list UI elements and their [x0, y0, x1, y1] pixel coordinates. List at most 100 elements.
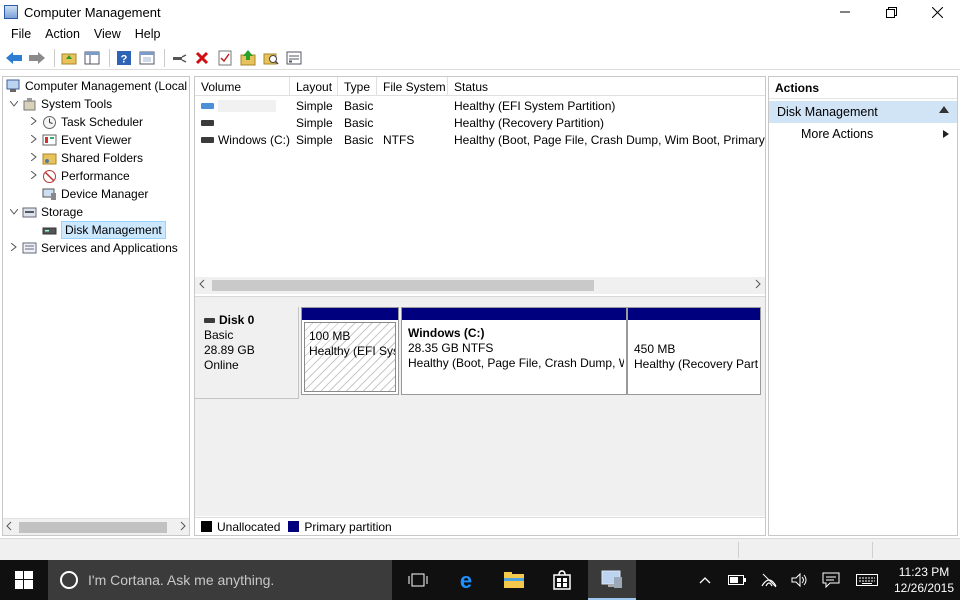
- disk-type: Basic: [204, 328, 234, 342]
- partition-size: 28.35 GB NTFS: [408, 341, 494, 355]
- properties-view-button[interactable]: [137, 48, 157, 68]
- collapse-arrow-icon[interactable]: [939, 106, 949, 113]
- restore-button[interactable]: [868, 0, 914, 24]
- options-button[interactable]: [284, 48, 304, 68]
- more-actions-item[interactable]: More Actions: [769, 123, 957, 145]
- scroll-right-arrow-icon[interactable]: [755, 279, 761, 292]
- volume-row[interactable]: Simple Basic Healthy (Recovery Partition…: [195, 114, 765, 131]
- column-header-type[interactable]: Type: [338, 77, 377, 96]
- expand-toggle[interactable]: [27, 152, 41, 164]
- notification-icon: [822, 572, 840, 588]
- column-header-file-system[interactable]: File System: [377, 77, 448, 96]
- folder-up-green-button[interactable]: [238, 48, 258, 68]
- window-icon: [139, 51, 155, 64]
- scroll-right-arrow-icon[interactable]: [180, 521, 186, 534]
- tree-horizontal-scrollbar[interactable]: [3, 518, 189, 535]
- disk-state: Online: [204, 358, 239, 372]
- expand-toggle[interactable]: [7, 207, 21, 218]
- legend-unallocated: Unallocated: [201, 520, 280, 534]
- partition-windows-c[interactable]: Windows (C:) 28.35 GB NTFS Healthy (Boot…: [401, 307, 627, 395]
- forward-button[interactable]: [27, 48, 47, 68]
- column-header-status[interactable]: Status: [448, 77, 765, 96]
- disk-info-box[interactable]: Disk 0 Basic 28.89 GB Online: [195, 307, 299, 399]
- tree-item-system-tools[interactable]: System Tools: [7, 95, 112, 113]
- scrollbar-thumb[interactable]: [212, 280, 594, 291]
- partition-recovery[interactable]: 450 MB Healthy (Recovery Part: [627, 307, 761, 395]
- battery-button[interactable]: [722, 560, 752, 600]
- show-hidden-icons-button[interactable]: [690, 560, 720, 600]
- volume-list-header: Volume Layout Type File System Status: [195, 77, 765, 96]
- event-viewer-icon: [41, 133, 57, 147]
- cortana-placeholder: I'm Cortana. Ask me anything.: [88, 572, 275, 588]
- store-button[interactable]: [538, 560, 586, 600]
- scroll-left-arrow-icon[interactable]: [199, 279, 205, 292]
- task-view-button[interactable]: [394, 560, 442, 600]
- taskbar-clock[interactable]: 11:23 PM 12/26/2015: [888, 564, 960, 596]
- close-button[interactable]: [914, 0, 960, 24]
- restore-icon: [885, 6, 897, 18]
- minimize-button[interactable]: [822, 0, 868, 24]
- actions-group-disk-management[interactable]: Disk Management: [769, 101, 957, 123]
- partition-status: Healthy (Boot, Page File, Crash Dump, W: [408, 356, 624, 370]
- network-button[interactable]: [754, 560, 784, 600]
- tree-item-computer-management[interactable]: Computer Management (Local: [5, 77, 187, 95]
- tree-item-shared-folders[interactable]: Shared Folders: [27, 149, 143, 167]
- tree-item-performance[interactable]: Performance: [27, 167, 130, 185]
- column-header-volume[interactable]: Volume: [195, 77, 290, 96]
- menu-action[interactable]: Action: [38, 27, 87, 41]
- volume-list-horizontal-scrollbar[interactable]: [195, 277, 765, 294]
- store-bag-icon: [553, 570, 571, 590]
- back-button[interactable]: [4, 48, 24, 68]
- expand-toggle[interactable]: [27, 134, 41, 146]
- menu-view[interactable]: View: [87, 27, 128, 41]
- actions-title: Actions: [769, 77, 957, 99]
- edge-button[interactable]: e: [442, 560, 490, 600]
- search-folder-button[interactable]: [261, 48, 281, 68]
- expand-toggle[interactable]: [7, 99, 21, 110]
- tree-item-storage[interactable]: Storage: [7, 203, 83, 221]
- tree-item-event-viewer[interactable]: Event Viewer: [27, 131, 131, 149]
- up-folder-button[interactable]: [59, 48, 79, 68]
- menu-file[interactable]: File: [4, 27, 38, 41]
- delete-button[interactable]: [192, 48, 212, 68]
- legend-primary-partition: Primary partition: [288, 520, 392, 534]
- action-center-button[interactable]: [816, 560, 846, 600]
- taskbar: I'm Cortana. Ask me anything. e 11:23 PM…: [0, 560, 960, 600]
- status-bar: [0, 538, 960, 560]
- scroll-left-arrow-icon[interactable]: [6, 521, 12, 534]
- scrollbar-thumb[interactable]: [19, 522, 167, 533]
- expand-toggle[interactable]: [27, 116, 41, 128]
- volume-row[interactable]: Simple Basic Healthy (EFI System Partiti…: [195, 97, 765, 114]
- volume-layout: Simple: [296, 98, 333, 113]
- cortana-icon: [60, 571, 78, 589]
- volume-row[interactable]: Windows (C:) Simple Basic NTFS Healthy (…: [195, 131, 765, 148]
- menu-help[interactable]: Help: [128, 27, 168, 41]
- partition-efi[interactable]: 100 MB Healthy (EFI Syst: [301, 307, 399, 395]
- tree-item-label: Disk Management: [61, 221, 166, 239]
- tree-item-device-manager[interactable]: Device Manager: [27, 185, 148, 203]
- expand-toggle[interactable]: [27, 170, 41, 182]
- show-hide-tree-button[interactable]: [82, 48, 102, 68]
- keyboard-button[interactable]: [852, 560, 882, 600]
- tree-item-disk-management[interactable]: Disk Management: [27, 221, 166, 239]
- connect-button[interactable]: [169, 48, 189, 68]
- cortana-search-box[interactable]: I'm Cortana. Ask me anything.: [48, 560, 392, 600]
- volume-name: [218, 99, 276, 112]
- start-button[interactable]: [0, 560, 48, 600]
- expand-toggle[interactable]: [7, 242, 21, 254]
- check-button[interactable]: [215, 48, 235, 68]
- volume-file-system: [377, 97, 448, 114]
- keyboard-icon: [856, 574, 878, 586]
- computer-management-taskbar-button[interactable]: [588, 560, 636, 600]
- help-button[interactable]: ?: [114, 48, 134, 68]
- computer-management-icon: [601, 570, 622, 588]
- tree-item-services-applications[interactable]: Services and Applications: [7, 239, 178, 257]
- volume-button[interactable]: [784, 560, 814, 600]
- file-explorer-button[interactable]: [490, 560, 538, 600]
- drive-icon: [201, 119, 214, 126]
- column-header-layout[interactable]: Layout: [290, 77, 338, 96]
- windows-logo-icon: [15, 571, 33, 589]
- tree-item-task-scheduler[interactable]: Task Scheduler: [27, 113, 143, 131]
- disk-icon: [204, 318, 215, 323]
- chevron-down-icon: [9, 100, 19, 107]
